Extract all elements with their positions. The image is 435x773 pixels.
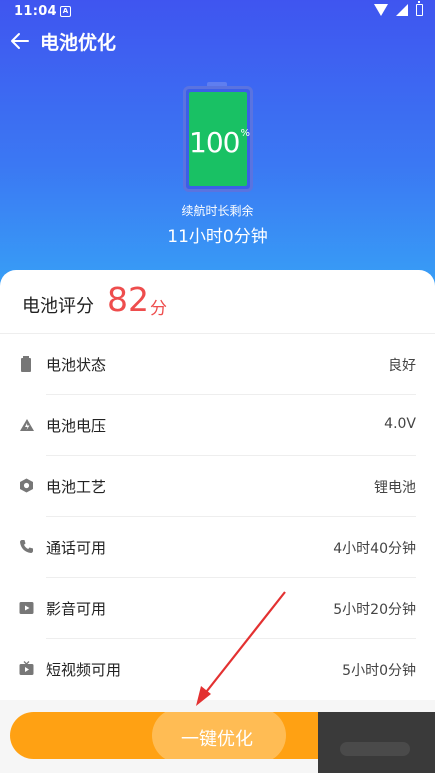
info-label: 通话可用 — [46, 539, 107, 557]
info-row-call: 通话可用 4小时40分钟 — [0, 517, 435, 578]
battery-fill: 100% — [189, 92, 250, 186]
status-time: 11:04 — [14, 4, 57, 19]
video-icon — [19, 600, 34, 614]
info-label: 电池状态 — [46, 356, 107, 374]
battery-icon — [19, 356, 33, 372]
info-label: 短视频可用 — [46, 661, 122, 679]
status-bar: 11:04 A — [0, 0, 435, 24]
remaining-time-value: 11小时0分钟 — [167, 227, 268, 247]
info-row-media: 影音可用 5小时20分钟 — [0, 578, 435, 639]
info-value: 良好 — [388, 358, 416, 374]
battery-graphic: 100% — [183, 82, 253, 192]
notification-icon: A — [60, 6, 71, 17]
info-row-voltage: 电池电压 4.0V — [0, 395, 435, 456]
score-unit: 分 — [150, 299, 167, 319]
voltage-icon — [19, 417, 34, 431]
battery-level-value: 100 — [189, 126, 240, 159]
back-arrow-icon[interactable] — [8, 28, 34, 54]
remaining-time-label: 续航时长剩余 — [181, 204, 254, 218]
info-row-technology: 电池工艺 锂电池 — [0, 456, 435, 517]
info-value: 4小时40分钟 — [333, 541, 416, 557]
technology-icon — [19, 478, 33, 493]
battery-body: 100% — [183, 86, 253, 192]
info-value: 5小时20分钟 — [333, 602, 416, 618]
battery-level: 100% — [189, 126, 250, 159]
info-value: 锂电池 — [374, 480, 416, 496]
score-value: 82 — [107, 280, 149, 319]
overlay-panel — [318, 712, 435, 773]
score-label: 电池评分 — [22, 296, 94, 317]
wifi-icon — [374, 4, 388, 16]
short-video-icon — [19, 661, 34, 675]
score-row: 电池评分 82 分 — [0, 270, 435, 334]
info-row-status: 电池状态 良好 — [0, 334, 435, 395]
status-icons — [374, 1, 423, 16]
battery-info-card: 电池评分 82 分 电池状态 良好 电池电压 4.0V 电池工艺 锂电池 通话可… — [0, 270, 435, 773]
signal-icon — [396, 4, 408, 16]
battery-level-unit: % — [240, 128, 249, 139]
info-value: 5小时0分钟 — [342, 663, 416, 679]
info-label: 影音可用 — [46, 600, 107, 618]
page-title: 电池优化 — [40, 32, 117, 54]
overlay-blur — [340, 742, 410, 756]
info-row-short-video: 短视频可用 5小时0分钟 — [0, 639, 435, 700]
info-label: 电池电压 — [46, 417, 107, 435]
phone-icon — [19, 539, 33, 553]
status-battery-icon — [416, 1, 423, 16]
info-label: 电池工艺 — [46, 478, 107, 496]
info-value: 4.0V — [384, 416, 416, 432]
app-bar: 电池优化 — [0, 24, 435, 62]
